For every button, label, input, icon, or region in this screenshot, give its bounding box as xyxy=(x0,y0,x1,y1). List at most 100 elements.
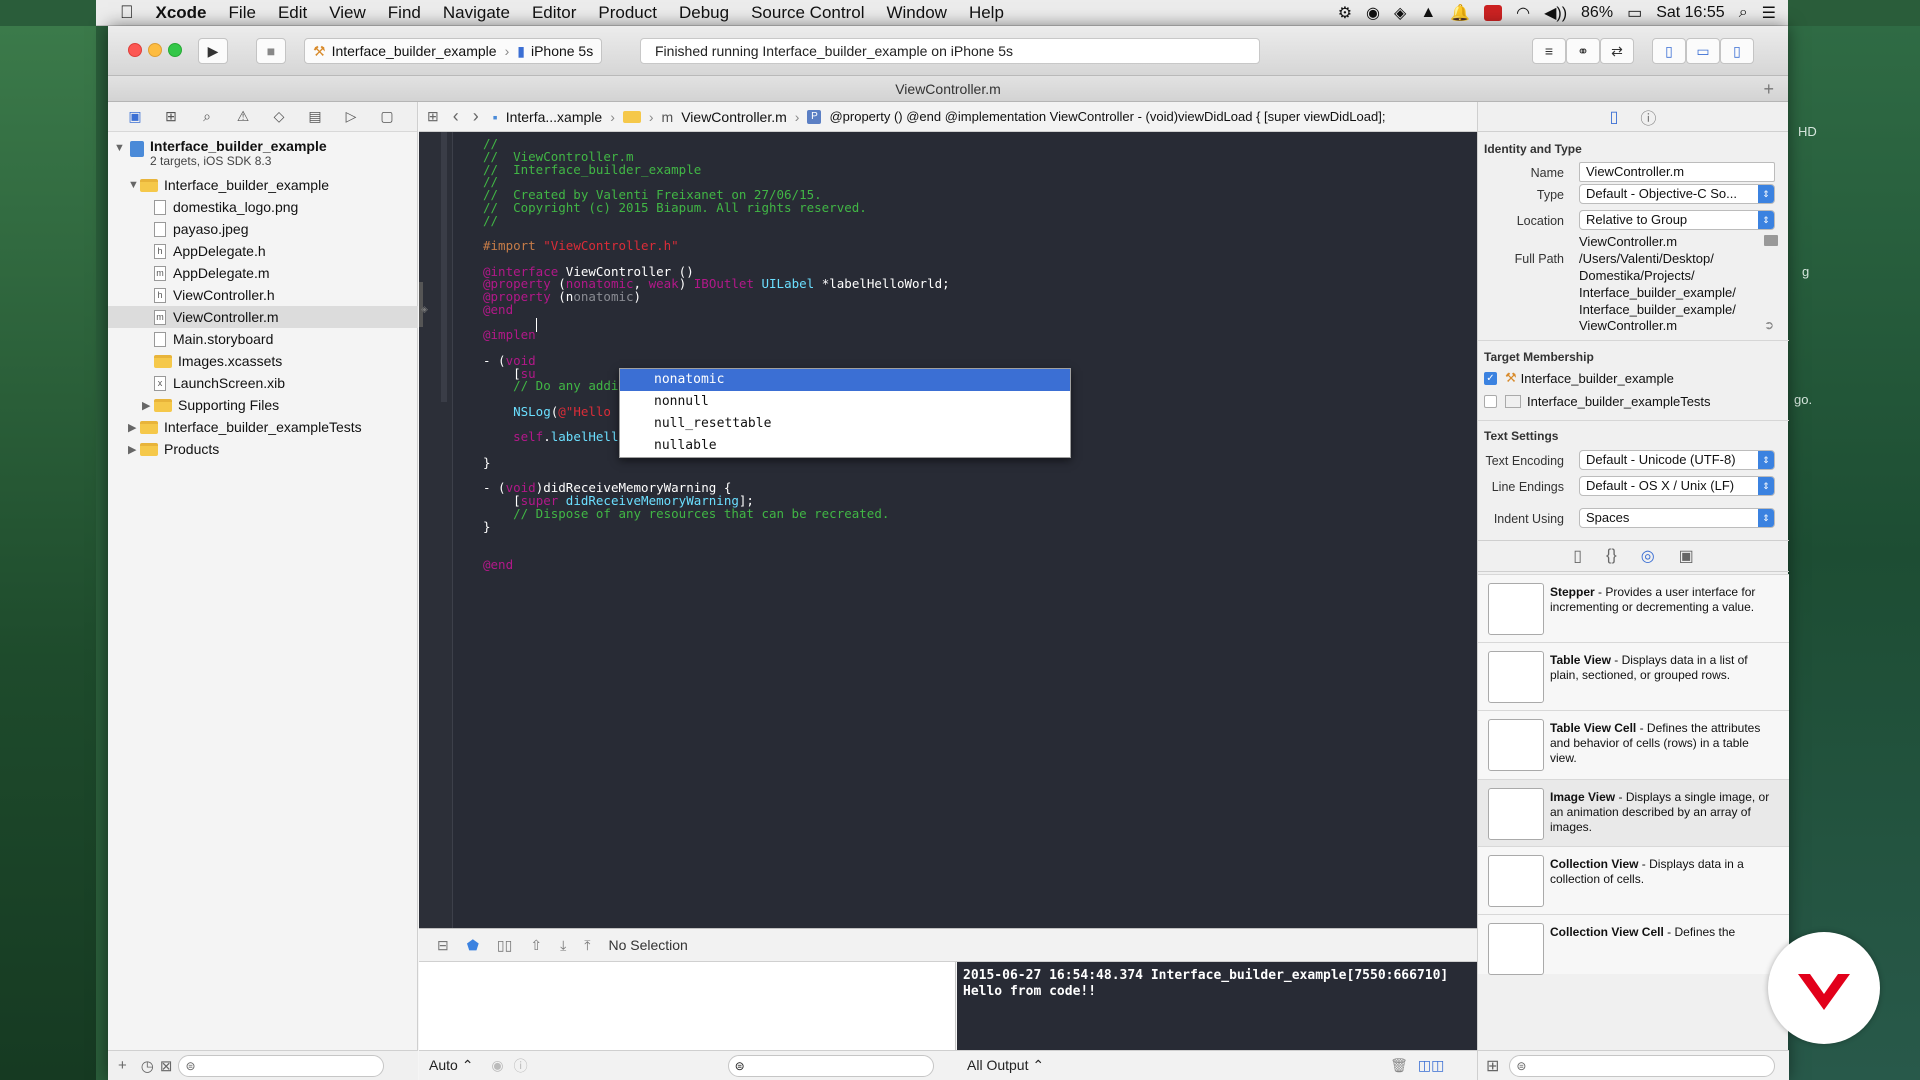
file-template-icon[interactable]: ▯ xyxy=(1573,546,1582,566)
tree-item[interactable]: ▶ Supporting Files xyxy=(108,394,418,416)
add-icon[interactable]: + xyxy=(118,1057,127,1074)
tree-item[interactable]: x LaunchScreen.xib xyxy=(108,372,418,394)
gear-icon[interactable]: ⚙ xyxy=(1338,3,1352,23)
folder-icon[interactable]: ▣ xyxy=(126,108,144,126)
minimize-button[interactable] xyxy=(148,43,162,57)
library-filter-field[interactable]: ⊜ xyxy=(1509,1054,1776,1077)
menu-debug[interactable]: Debug xyxy=(679,3,729,23)
folder-icon[interactable] xyxy=(1764,235,1778,246)
step-in-icon[interactable]: ⤓ xyxy=(560,937,566,954)
menu-window[interactable]: Window xyxy=(886,3,946,23)
tree-item[interactable]: domestika_logo.png xyxy=(108,196,418,218)
warning-icon[interactable]: ⚠ xyxy=(234,108,252,126)
scm-icon[interactable]: ⊠ xyxy=(160,1057,173,1075)
autocomplete-item[interactable]: nonnull xyxy=(620,391,1070,413)
close-button[interactable] xyxy=(128,43,142,57)
tree-item[interactable]: Main.storyboard xyxy=(108,328,418,350)
type-popup[interactable]: Default - Objective-C So... ⇕ xyxy=(1579,184,1775,204)
menu-editor[interactable]: Editor xyxy=(532,3,576,23)
disclosure-icon[interactable]: ▶ xyxy=(142,399,154,412)
reveal-arrow-icon[interactable]: ➲ xyxy=(1764,318,1774,332)
breakpoints-toggle-icon[interactable]: ⬟ xyxy=(467,937,479,954)
autocomplete-item[interactable]: nullable xyxy=(620,435,1070,457)
add-tab-icon[interactable]: + xyxy=(1763,76,1774,102)
menu-navigate[interactable]: Navigate xyxy=(443,3,510,23)
output-selector[interactable]: All Output ⌃ xyxy=(967,1057,1044,1074)
tree-item[interactable]: ▶ Products xyxy=(108,438,418,460)
breakpoint-marker-icon[interactable]: ◈ xyxy=(421,304,428,315)
eye-icon[interactable]: ◉ xyxy=(491,1057,503,1074)
disclosure-icon[interactable]: ▼ xyxy=(128,179,140,191)
tree-item[interactable]: m AppDelegate.m xyxy=(108,262,418,284)
folder-icon[interactable] xyxy=(622,110,641,123)
info-icon[interactable]: ⓘ xyxy=(514,1056,528,1076)
symbol-icon[interactable]: ⊞ xyxy=(162,108,180,126)
run-button[interactable]: ▶ xyxy=(198,38,228,64)
library-item[interactable]: Collection View - Displays data in a col… xyxy=(1478,846,1789,914)
debug-icon[interactable]: ▤ xyxy=(306,108,324,126)
menu-file[interactable]: File xyxy=(229,3,256,23)
dropbox-icon[interactable]: ◈ xyxy=(1394,3,1406,23)
search-icon[interactable]: ⌕ xyxy=(1739,4,1748,22)
menu-product[interactable]: Product xyxy=(598,3,657,23)
disclosure-icon[interactable]: ▶ xyxy=(128,421,140,434)
step-out-icon[interactable]: ⤒ xyxy=(584,937,590,954)
media-library-icon[interactable]: ▣ xyxy=(1679,546,1694,566)
related-items-icon[interactable]: ⊞ xyxy=(427,108,439,125)
grid-view-icon[interactable]: ⊞ xyxy=(1486,1056,1499,1076)
toggle-navigator-icon[interactable]: ▯ xyxy=(1652,38,1686,64)
jump-file[interactable]: ViewController.m xyxy=(681,109,787,125)
menu-help[interactable]: Help xyxy=(969,3,1004,23)
checkbox-unchecked[interactable] xyxy=(1484,395,1497,408)
battery-icon[interactable]: ▭ xyxy=(1627,3,1642,23)
stop-button[interactable]: ■ xyxy=(256,38,286,64)
toggle-debug-icon[interactable]: ▭ xyxy=(1686,38,1720,64)
checkbox-checked[interactable]: ✓ xyxy=(1484,371,1497,385)
notification-icon[interactable]: 🔔 xyxy=(1450,3,1470,23)
library-item[interactable]: Stepper - Provides a user interface for … xyxy=(1478,574,1789,642)
target-row[interactable]: Interface_builder_exampleTests xyxy=(1484,394,1711,409)
clock[interactable]: Sat 16:55 xyxy=(1656,4,1725,22)
tree-item[interactable]: h AppDelegate.h xyxy=(108,240,418,262)
tree-item[interactable]: payaso.jpeg xyxy=(108,218,418,240)
version-editor-icon[interactable]: ⇄ xyxy=(1600,38,1634,64)
source-editor[interactable]: ◈ //// ViewController.m// Interface_buil… xyxy=(419,132,1477,928)
file-inspector-icon[interactable]: ▯ xyxy=(1610,107,1619,127)
library-item[interactable]: Table View Cell - Defines the attributes… xyxy=(1478,710,1789,779)
recent-icon[interactable]: ◷ xyxy=(141,1057,154,1075)
library-item[interactable]: Image View - Displays a single image, or… xyxy=(1478,779,1789,846)
wifi-icon[interactable]: ◠ xyxy=(1516,3,1530,23)
test-icon[interactable]: ◇ xyxy=(270,108,288,126)
volume-icon[interactable]: ◀)) xyxy=(1544,3,1567,23)
zoom-button[interactable] xyxy=(168,43,182,57)
pause-icon[interactable]: ▯▯ xyxy=(497,937,512,954)
tree-item[interactable]: ▶ Interface_builder_exampleTests xyxy=(108,416,418,438)
library-item[interactable]: Table View - Displays data in a list of … xyxy=(1478,642,1789,710)
menu-view[interactable]: View xyxy=(329,3,366,23)
disclosure-icon[interactable]: ▼ xyxy=(114,142,126,154)
back-icon[interactable]: ‹ xyxy=(453,106,459,127)
indent-popup[interactable]: Spaces ⇕ xyxy=(1579,508,1775,528)
breakpoint-icon[interactable]: ▷ xyxy=(342,108,360,126)
step-over-icon[interactable]: ⇧ xyxy=(530,937,542,954)
tab-viewcontroller[interactable]: ViewController.m xyxy=(895,81,1001,97)
tray-icon[interactable]: ▲ xyxy=(1420,4,1436,22)
auto-selector[interactable]: Auto ⌃ xyxy=(429,1057,473,1074)
forward-icon[interactable]: › xyxy=(473,106,479,127)
name-field[interactable]: ViewController.m xyxy=(1579,162,1775,182)
project-root[interactable]: ▼ Interface_builder_example 2 targets, i… xyxy=(108,138,418,172)
variables-filter[interactable]: ⊜ xyxy=(727,1054,934,1077)
split-view-icon[interactable]: ◫◫ xyxy=(1418,1057,1444,1074)
tree-item[interactable]: m ViewController.m xyxy=(108,306,418,328)
library-item[interactable]: Collection View Cell - Defines the xyxy=(1478,914,1789,975)
jump-symbol[interactable]: @property () @end @implementation ViewCo… xyxy=(829,109,1385,124)
report-icon[interactable]: ▢ xyxy=(378,108,396,126)
disclosure-icon[interactable]: ▶ xyxy=(128,443,140,456)
autocomplete-item[interactable]: null_resettable xyxy=(620,413,1070,435)
tree-item[interactable]: h ViewController.h xyxy=(108,284,418,306)
apple-icon[interactable]:  xyxy=(120,2,134,23)
battery-percent[interactable]: 86% xyxy=(1581,4,1613,22)
standard-editor-icon[interactable]: ≡ xyxy=(1532,38,1566,64)
menu-source-control[interactable]: Source Control xyxy=(751,3,864,23)
toggle-utilities-icon[interactable]: ▯ xyxy=(1720,38,1754,64)
